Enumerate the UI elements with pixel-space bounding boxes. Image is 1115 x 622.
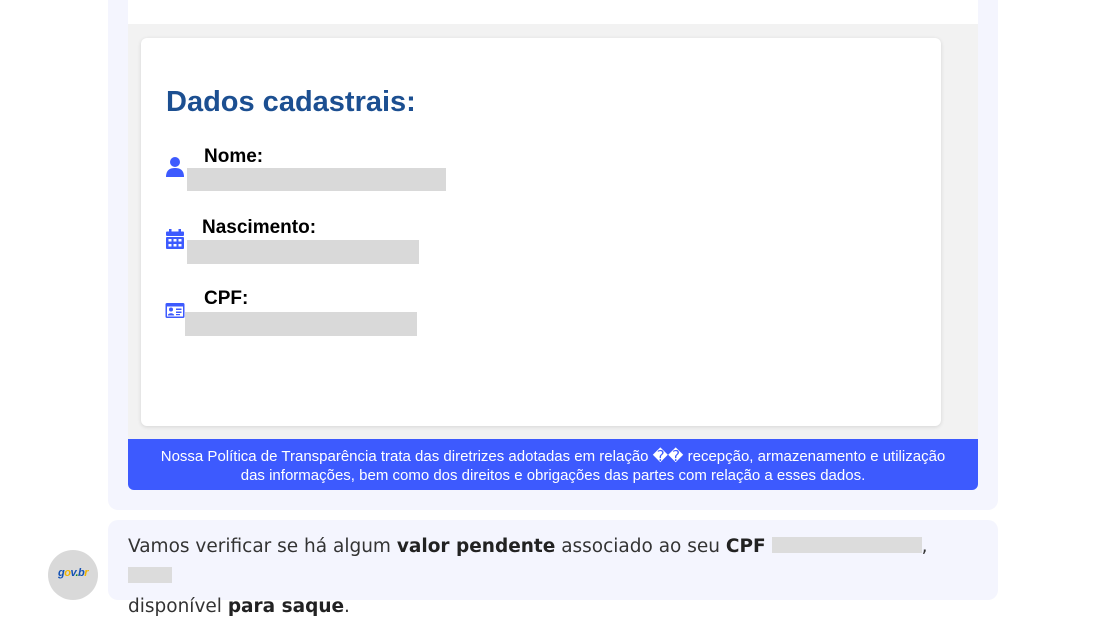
cpf-value-redacted bbox=[185, 312, 417, 336]
previous-content-strip bbox=[128, 0, 978, 24]
calendar-icon bbox=[166, 229, 184, 249]
name-value-redacted bbox=[187, 168, 446, 191]
message-redacted bbox=[128, 567, 172, 583]
birth-date-value-redacted bbox=[187, 240, 419, 264]
transparency-policy-notice: Nossa Política de Transparência trata da… bbox=[128, 439, 978, 490]
cpf-redacted bbox=[771, 537, 922, 553]
birth-date-label: Nascimento: bbox=[202, 217, 317, 238]
user-icon bbox=[166, 157, 184, 177]
registration-data-card: Dados cadastrais: Nome: Nascimento: CPF: bbox=[141, 38, 941, 426]
avatar: gov.br bbox=[48, 550, 98, 600]
id-card-icon bbox=[165, 303, 185, 318]
chat-message: Vamos verificar se há algum valor penden… bbox=[108, 520, 998, 617]
message-text: Vamos verificar se há algum valor penden… bbox=[128, 536, 928, 617]
card-title: Dados cadastrais: bbox=[166, 86, 416, 118]
cpf-label: CPF: bbox=[204, 288, 249, 309]
gov-br-logo: gov.br bbox=[57, 567, 89, 579]
name-label: Nome: bbox=[204, 146, 264, 167]
